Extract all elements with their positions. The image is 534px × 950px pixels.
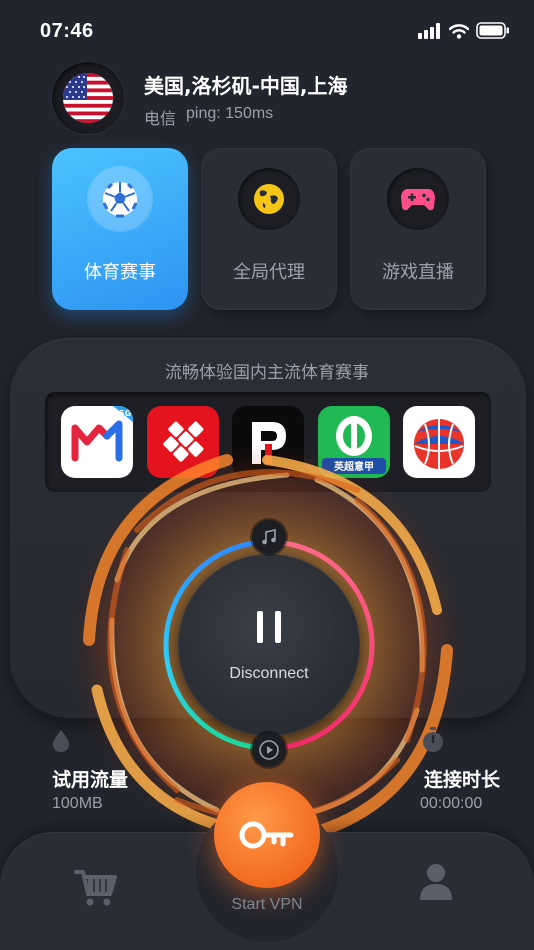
mode-card-game-live[interactable]: 游戏直播 — [350, 148, 486, 310]
pause-icon — [257, 611, 281, 643]
signal-icon — [418, 22, 440, 39]
ping-label: ping: 150ms — [186, 105, 274, 122]
wifi-icon — [449, 23, 469, 39]
key-icon — [239, 821, 294, 849]
gamepad-icon — [387, 168, 449, 230]
server-info: 电信 ping: 150ms — [144, 105, 273, 129]
panel-title: 流畅体验国内主流体育赛事 — [165, 363, 369, 383]
mode-card-sports[interactable]: 体育赛事 — [52, 148, 188, 310]
status-time: 07:46 — [40, 20, 94, 42]
isp-label: 电信 — [144, 111, 177, 128]
water-drop-icon — [52, 730, 70, 752]
start-vpn-button[interactable] — [214, 782, 320, 888]
connection-duration-title: 连接时长 — [423, 769, 500, 791]
stopwatch-icon — [423, 727, 443, 752]
app-badge: 5G — [119, 409, 131, 418]
connect-label: Disconnect — [229, 665, 309, 682]
us-flag-icon — [63, 73, 113, 123]
disconnect-button[interactable]: Disconnect — [178, 554, 360, 736]
trial-traffic-value: 100MB — [52, 795, 103, 812]
play-circle-icon — [252, 733, 286, 767]
status-icons — [418, 22, 510, 39]
mode-label: 体育赛事 — [84, 262, 156, 283]
server-flag-button[interactable] — [52, 62, 124, 134]
mode-label: 全局代理 — [233, 262, 305, 283]
mode-card-global-proxy[interactable]: 全局代理 — [201, 148, 337, 310]
profile-icon[interactable] — [418, 862, 454, 902]
server-route-title[interactable]: 美国,洛杉矶-中国,上海 — [144, 70, 348, 99]
music-note-icon — [252, 520, 286, 554]
connection-duration-value: 00:00:00 — [420, 795, 483, 812]
trial-traffic-title: 试用流量 — [52, 769, 129, 791]
battery-icon — [476, 22, 509, 39]
mode-label: 游戏直播 — [382, 262, 454, 283]
soccer-ball-icon — [89, 168, 151, 230]
globe-icon — [238, 168, 300, 230]
